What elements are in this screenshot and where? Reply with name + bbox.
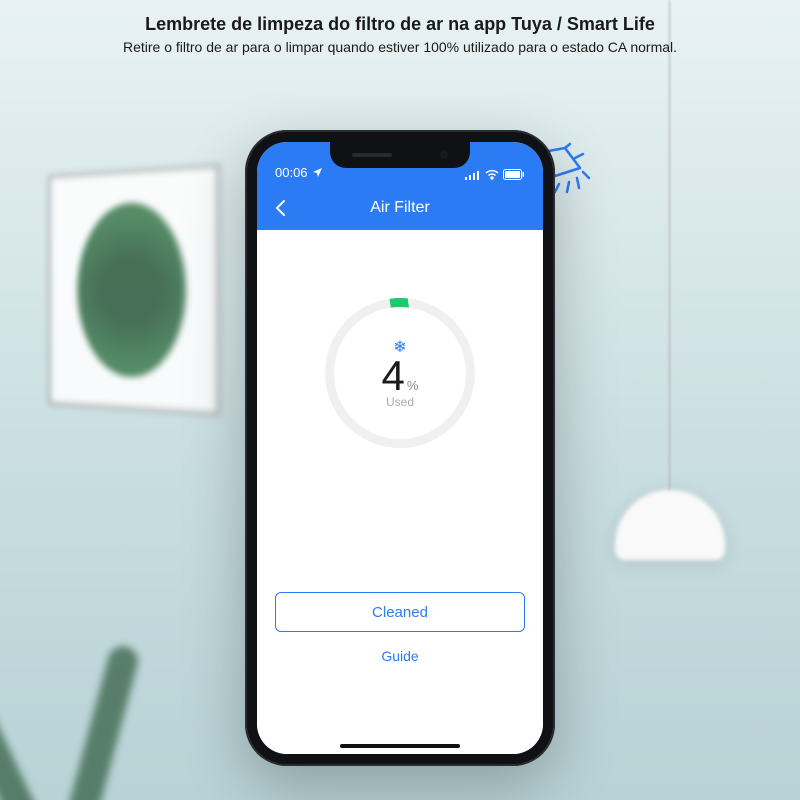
wifi-icon bbox=[485, 170, 499, 180]
percent-symbol: % bbox=[407, 378, 419, 393]
signal-icon bbox=[465, 170, 481, 180]
cleaned-button[interactable]: Cleaned bbox=[275, 592, 525, 632]
used-label: Used bbox=[386, 395, 414, 409]
page-title: Lembrete de limpeza do filtro de ar na a… bbox=[0, 14, 800, 35]
phone-notch bbox=[330, 142, 470, 168]
lamp-shade bbox=[615, 490, 725, 560]
wall-picture-frame bbox=[48, 164, 220, 416]
phone-frame: 00:06 Air Filter ❄ bbox=[245, 130, 555, 766]
content-area: ❄ 4 % Used Cleaned Guide bbox=[257, 230, 543, 754]
home-indicator[interactable] bbox=[340, 744, 460, 748]
status-time: 00:06 bbox=[275, 165, 308, 180]
nav-bar: Air Filter bbox=[257, 186, 543, 230]
back-button[interactable] bbox=[271, 198, 291, 218]
location-icon bbox=[312, 167, 323, 178]
guide-link[interactable]: Guide bbox=[381, 648, 418, 664]
battery-icon bbox=[503, 169, 525, 180]
usage-value: 4 bbox=[382, 355, 405, 397]
nav-title: Air Filter bbox=[370, 199, 430, 217]
palm-plant bbox=[0, 540, 180, 800]
page-subtitle: Retire o filtro de ar para o limpar quan… bbox=[0, 39, 800, 55]
lamp-wire bbox=[669, 0, 670, 500]
phone-screen: 00:06 Air Filter ❄ bbox=[257, 142, 543, 754]
usage-gauge: ❄ 4 % Used bbox=[325, 298, 475, 448]
